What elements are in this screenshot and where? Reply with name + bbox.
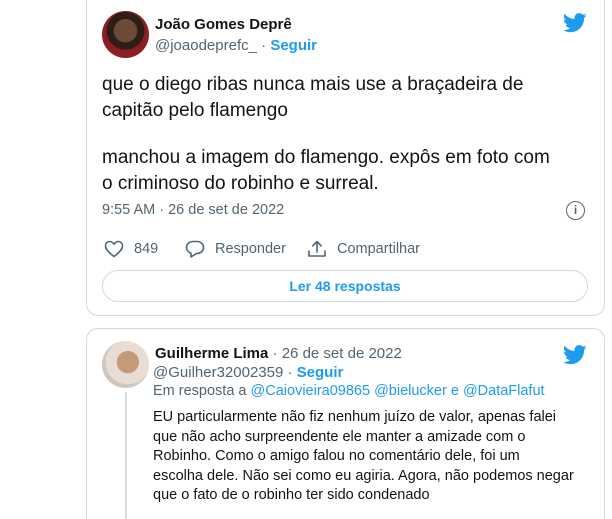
twitter-bird-icon[interactable] [563,345,587,365]
reply-handle-row: @Guilher32002359 · Seguir [153,364,343,381]
in-reply-prefix: Em resposta a [153,383,247,399]
like-count: 849 [134,241,159,257]
reply-text-line-2: que não acho surpreendente ele manter a … [153,428,526,445]
author-handle-row: @joaodeprefc_ · Seguir [155,37,317,54]
info-icon[interactable]: i [566,201,585,220]
reply-action[interactable]: Responder [185,240,286,258]
tweet-date: 26 de set de 2022 [168,202,285,218]
tweet-text-line-2: capitão pelo flamengo [102,100,288,121]
in-reply-to: Em resposta a @Caiovieira09865 @bielucke… [153,383,545,399]
like-action[interactable]: 849 [104,240,158,258]
reply-author-row: Guilherme Lima · 26 de set de 2022 [155,345,402,362]
thread-line [125,392,127,519]
reply-author-avatar[interactable] [102,341,149,388]
in-reply-handles[interactable]: @Caiovieira09865 @bielucker e @DataFlafu… [251,383,545,399]
tweet-text-line-1: que o diego ribas nunca mais use a braça… [102,74,524,95]
reply-text-line-5: que o fato de o robinho ter sido condena… [153,487,430,503]
author-name[interactable]: João Gomes Deprê [155,16,292,33]
reply-bubble-icon [185,240,205,258]
separator-dot: · [159,202,165,218]
reply-follow-button[interactable]: Seguir [297,364,344,381]
reply-text-line-1: EU particularmente não fiz nenhum juízo … [153,409,557,425]
tweet-text-line-4: o criminoso do robinho e surreal. [102,173,379,194]
separator-dot: · [272,345,278,362]
follow-button[interactable]: Seguir [270,37,317,54]
separator-dot: · [261,37,267,54]
tweet-time: 9:55 AM [102,202,156,218]
reply-date[interactable]: 26 de set de 2022 [282,345,402,362]
author-avatar[interactable] [102,11,149,58]
share-action[interactable]: Compartilhar [307,240,420,258]
share-label: Compartilhar [337,241,420,257]
twitter-bird-icon[interactable] [563,13,587,33]
reply-text-line-3: Robinho. Como o amigo falou no comentári… [153,448,520,464]
tweet-text-line-3: manchou a imagem do flamengo. expôs em f… [102,147,550,168]
read-replies-button[interactable]: Ler 48 respostas [102,270,588,302]
reply-text: EU particularmente não fiz nenhum juízo … [153,408,574,506]
reply-handle[interactable]: @Guilher32002359 [153,364,283,381]
reply-author-name[interactable]: Guilherme Lima [155,345,268,362]
separator-dot: · [287,364,293,381]
share-icon [308,240,326,257]
reply-text-line-4: escolha dele. Não sei como eu agiria. Ag… [153,467,574,484]
tweet-timestamp[interactable]: 9:55 AM · 26 de set de 2022 [102,202,284,218]
reply-label: Responder [215,241,286,257]
author-handle[interactable]: @joaodeprefc_ [155,37,257,54]
heart-icon [104,240,124,258]
